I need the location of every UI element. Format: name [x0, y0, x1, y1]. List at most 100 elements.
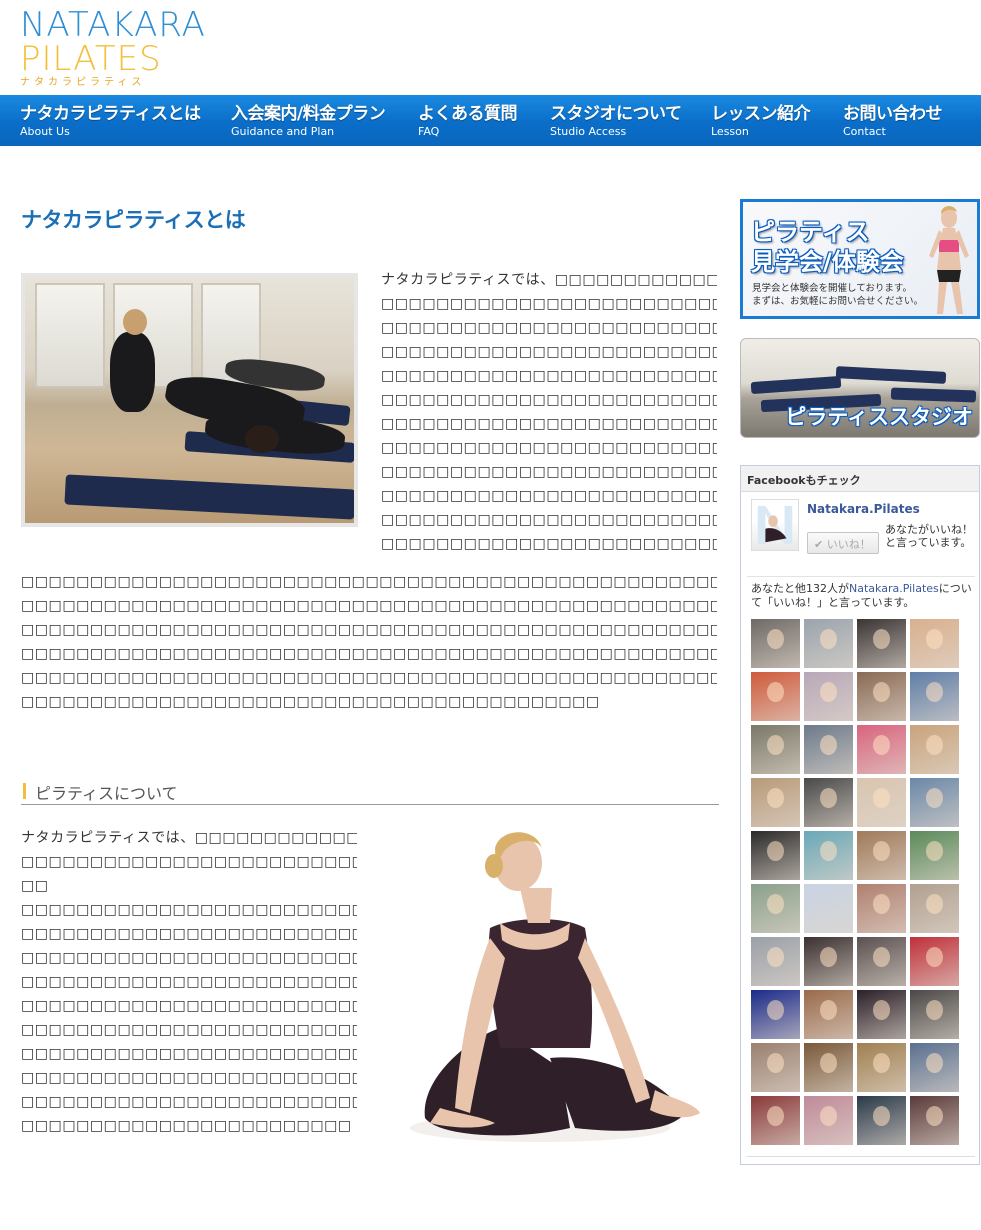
fan-avatar[interactable]	[910, 1096, 959, 1145]
nav-item-faq[interactable]: よくある質問 FAQ	[418, 95, 518, 146]
fan-avatar[interactable]	[857, 778, 906, 827]
fan-avatar[interactable]	[857, 619, 906, 668]
fan-avatar[interactable]	[857, 1096, 906, 1145]
photo-instructor	[110, 332, 155, 412]
section-text-line: □□□□□□□□□□□□□□□□□□□□□□□□□□	[21, 1022, 357, 1038]
section-text-line: □□□□□□□□□□□□□□□□□□□□□□□□□□	[21, 926, 357, 942]
fan-avatar[interactable]	[804, 672, 853, 721]
studio-photo-image	[25, 277, 354, 523]
intro-text-line: □□□□□□□□□□□□□□□□□□□□□□□□□□	[381, 416, 717, 432]
intro-text-line: □□□□□□□□□□□□□□□□□□□□□□□□□□	[381, 368, 717, 384]
fan-avatar[interactable]	[751, 1096, 800, 1145]
page-title: ナタカラピラティスとは	[21, 208, 246, 232]
section-heading-bar	[23, 783, 26, 799]
photo-head	[245, 425, 279, 453]
facebook-avatar-image	[757, 505, 793, 545]
intro-text-line: □□□□□□□□□□□□□□□□□□□□□□□□□□	[381, 440, 717, 456]
body-text-line: □□□□□□□□□□□□□□□□□□□□□□□□□□□□□□□□□□□□□□□□…	[21, 598, 717, 614]
fan-avatar[interactable]	[751, 884, 800, 933]
fan-avatar[interactable]	[857, 1043, 906, 1092]
fan-avatar[interactable]	[804, 937, 853, 986]
body-text-line: □□□□□□□□□□□□□□□□□□□□□□□□□□□□□□□□□□□□□□□□…	[21, 622, 717, 638]
fan-avatar[interactable]	[804, 990, 853, 1039]
nav-label-jp: ナタカラピラティスとは	[20, 104, 201, 124]
nav-label-en: About Us	[20, 125, 70, 138]
section-text-line: □□□□□□□□□□□□□□□□□□□□□□□□□□	[21, 902, 357, 918]
photo-head	[123, 309, 147, 335]
section-text-line: □□□□□□□□□□□□□□□□□□□□□□□□□□	[21, 854, 357, 870]
facebook-page-name[interactable]: Natakara.Pilates	[807, 502, 920, 516]
nav-label-jp: スタジオについて	[550, 104, 682, 124]
facebook-like-button[interactable]: ✔ いいね！	[807, 532, 879, 554]
facebook-widget: Facebookもチェック Natakara.Pilates ✔ いいね！ あな…	[740, 465, 980, 1165]
facebook-like-count: あなたと他132人がNatakara.Pilatesについて「いいね！」と言って…	[751, 582, 977, 610]
trial-lesson-banner[interactable]: ピラティス 見学会/体験会 見学会と体験会を開催しております。 まずは、お気軽に…	[740, 199, 980, 319]
fan-avatar[interactable]	[804, 778, 853, 827]
facebook-page-avatar[interactable]	[751, 499, 799, 551]
section-text-line: □□□□□□□□□□□□□□□□□□□□□□□□□□	[21, 1070, 357, 1086]
facebook-like-note: あなたがいいね！と言っています。	[885, 523, 973, 549]
section-heading: ピラティスについて	[21, 779, 719, 805]
fan-avatar[interactable]	[804, 725, 853, 774]
site-logo[interactable]: NATAKARA PILATES ナタカラピラティス	[20, 8, 220, 88]
fan-avatar[interactable]	[910, 619, 959, 668]
intro-text-line: □□□□□□□□□□□□□□□□□□□□□□□□□□	[381, 320, 717, 336]
fan-avatar[interactable]	[910, 672, 959, 721]
fan-avatar[interactable]	[804, 1096, 853, 1145]
fan-avatar[interactable]	[857, 672, 906, 721]
fan-avatar[interactable]	[751, 725, 800, 774]
studio-banner[interactable]: ピラティススタジオ	[740, 338, 980, 438]
fan-avatar[interactable]	[910, 831, 959, 880]
fan-avatar[interactable]	[751, 619, 800, 668]
fan-avatar[interactable]	[857, 831, 906, 880]
intro-text-line: □□□□□□□□□□□□□□□□□□□□□□□□□□	[381, 488, 717, 504]
fan-avatar[interactable]	[804, 1043, 853, 1092]
fan-avatar[interactable]	[857, 884, 906, 933]
section-text-line: □□□□□□□□□□□□□□□□□□□□□□□□□□	[21, 998, 357, 1014]
like-count-page-link[interactable]: Natakara.Pilates	[849, 582, 939, 595]
intro-text-line: □□□□□□□□□□□□□□□□□□□□□□□□□□	[381, 536, 717, 552]
photo-window	[35, 283, 105, 388]
nav-item-lesson[interactable]: レッスン紹介 Lesson	[711, 95, 811, 146]
nav-label-jp: よくある質問	[418, 104, 518, 124]
logo-line2: PILATES	[20, 39, 162, 79]
fan-avatar[interactable]	[857, 990, 906, 1039]
fan-avatar[interactable]	[910, 778, 959, 827]
fan-avatar[interactable]	[804, 884, 853, 933]
facebook-fan-faces	[751, 619, 967, 1145]
nav-label-en: Contact	[843, 125, 886, 138]
like-count-prefix: あなたと他132人が	[751, 582, 849, 595]
fan-avatar[interactable]	[857, 937, 906, 986]
fan-avatar[interactable]	[751, 831, 800, 880]
fan-avatar[interactable]	[804, 619, 853, 668]
section-text-line: □□□□□□□□□□□□□□□□□□□□□□□□□□	[21, 950, 357, 966]
fan-avatar[interactable]	[751, 672, 800, 721]
fan-avatar[interactable]	[751, 990, 800, 1039]
fan-avatar[interactable]	[910, 937, 959, 986]
section-heading-text: ピラティスについて	[35, 784, 178, 803]
divider	[747, 1156, 975, 1157]
fan-avatar[interactable]	[751, 778, 800, 827]
nav-item-studio[interactable]: スタジオについて Studio Access	[550, 95, 682, 146]
nav-item-about[interactable]: ナタカラピラティスとは About Us	[20, 95, 201, 146]
fan-avatar[interactable]	[910, 725, 959, 774]
intro-text-line: □□□□□□□□□□□□□□□□□□□□□□□□□□	[381, 296, 717, 312]
nav-item-contact[interactable]: お問い合わせ Contact	[843, 95, 943, 146]
facebook-page-card: Natakara.Pilates ✔ いいね！ あなたがいいね！と言っています。	[751, 499, 973, 575]
logo-line1: NATAKARA	[20, 5, 206, 45]
nav-label-jp: レッスン紹介	[711, 104, 811, 124]
banner-mat	[835, 366, 947, 384]
fan-avatar[interactable]	[910, 990, 959, 1039]
section-text-line: □□□□□□□□□□□□□□□□□□□□□□□□	[21, 1118, 352, 1134]
fan-avatar[interactable]	[910, 884, 959, 933]
fan-avatar[interactable]	[751, 937, 800, 986]
nav-label-en: Studio Access	[550, 125, 627, 138]
body-text-line: □□□□□□□□□□□□□□□□□□□□□□□□□□□□□□□□□□□□□□□□…	[21, 574, 717, 590]
studio-photo	[21, 273, 358, 527]
nav-item-guidance[interactable]: 入会案内/料金プラン Guidance and Plan	[231, 95, 386, 146]
fan-avatar[interactable]	[857, 725, 906, 774]
fan-avatar[interactable]	[804, 831, 853, 880]
fan-avatar[interactable]	[910, 1043, 959, 1092]
nav-label-en: Lesson	[711, 125, 749, 138]
fan-avatar[interactable]	[751, 1043, 800, 1092]
